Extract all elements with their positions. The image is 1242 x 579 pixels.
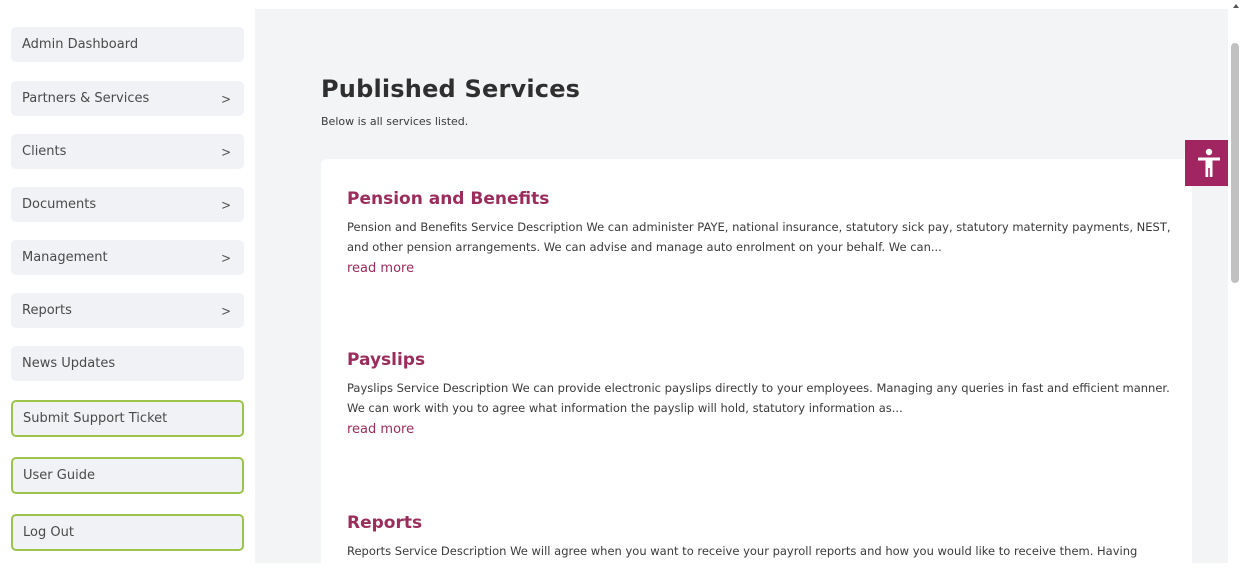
chevron-right-icon: > [220, 302, 231, 319]
nav-documents[interactable]: Documents > [11, 187, 244, 222]
chevron-right-icon: > [220, 143, 231, 160]
vertical-scrollbar[interactable] [1228, 0, 1242, 563]
chevron-right-icon: > [220, 90, 231, 107]
button-label: Submit Support Ticket [23, 411, 168, 426]
service-description: Reports Service Description We will agre… [347, 544, 1138, 558]
nav-label: News Updates [22, 356, 116, 371]
nav-label: Admin Dashboard [22, 37, 139, 52]
scroll-thumb[interactable] [1231, 43, 1239, 283]
nav-clients[interactable]: Clients > [11, 134, 244, 169]
page-subtitle: Below is all services listed. [321, 115, 469, 128]
accessibility-icon [1198, 148, 1220, 177]
services-card: Pension and Benefits Pension and Benefit… [321, 159, 1192, 579]
accessibility-button[interactable] [1185, 140, 1233, 186]
nav-admin-dashboard[interactable]: Admin Dashboard [11, 27, 244, 62]
nav-label: Clients [22, 144, 67, 159]
scroll-up-arrow-icon[interactable] [1233, 4, 1239, 8]
nav-news-updates[interactable]: News Updates [11, 346, 244, 381]
chevron-right-icon: > [220, 249, 231, 266]
nav-label: Documents [22, 197, 97, 212]
service-item: Payslips Payslips Service Description We… [347, 350, 1177, 437]
user-guide-button[interactable]: User Guide [11, 457, 244, 494]
nav-reports[interactable]: Reports > [11, 293, 244, 328]
service-title: Pension and Benefits [347, 189, 550, 209]
nav-label: Management [22, 250, 108, 265]
service-item: Reports Reports Service Description We w… [347, 513, 1177, 561]
chevron-right-icon: > [220, 196, 231, 213]
service-description: Payslips Service Description We can prov… [347, 381, 1170, 415]
main-content: Published Services Below is all services… [255, 9, 1235, 579]
read-more-link[interactable]: read more [347, 261, 414, 276]
service-title: Payslips [347, 350, 426, 370]
nav-partners-services[interactable]: Partners & Services > [11, 81, 244, 116]
button-label: User Guide [23, 468, 95, 483]
nav-label: Partners & Services [22, 91, 150, 106]
nav-management[interactable]: Management > [11, 240, 244, 275]
page-title: Published Services [321, 75, 581, 103]
button-label: Log Out [23, 525, 74, 540]
read-more-link[interactable]: read more [347, 422, 414, 437]
service-title: Reports [347, 513, 423, 533]
service-item: Pension and Benefits Pension and Benefit… [347, 189, 1177, 276]
submit-support-ticket-button[interactable]: Submit Support Ticket [11, 400, 244, 437]
sidebar: Admin Dashboard Partners & Services > Cl… [0, 0, 255, 563]
log-out-button[interactable]: Log Out [11, 514, 244, 551]
service-description: Pension and Benefits Service Description… [347, 220, 1171, 254]
nav-label: Reports [22, 303, 72, 318]
